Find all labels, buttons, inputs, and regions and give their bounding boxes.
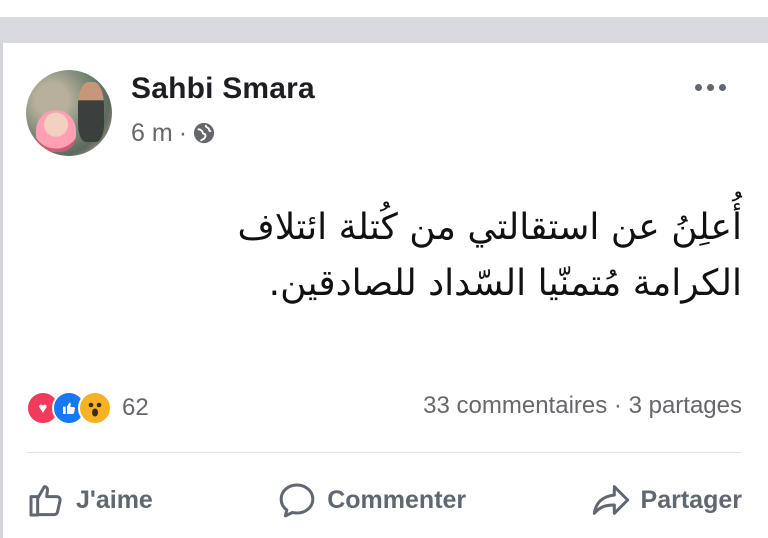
actions-divider (26, 452, 742, 453)
share-label: Partager (640, 485, 742, 514)
reactions-summary[interactable]: ♥ 62 (26, 391, 149, 425)
comment-button[interactable]: Commenter (277, 480, 466, 520)
post-text-line: الكرامة مُتمنّيا السّداد للصادقين. (268, 263, 742, 304)
like-button[interactable]: J'aime (26, 480, 153, 520)
more-dot (718, 83, 726, 91)
more-options-icon[interactable] (690, 79, 730, 95)
header-bar (0, 17, 768, 43)
post-body: أُعلِنُ عن استقالتي من كُتلة ائتلاف الكر… (102, 200, 742, 312)
share-button[interactable]: Partager (591, 480, 742, 520)
author-name[interactable]: Sahbi Smara (131, 72, 315, 106)
stats-separator: · (613, 392, 622, 419)
share-arrow-icon (592, 485, 629, 515)
post-meta: 6 m · (131, 119, 215, 147)
thumbs-up-icon (29, 485, 62, 517)
wow-icon (78, 391, 112, 425)
more-dot (694, 83, 702, 91)
comment-label: Commenter (327, 485, 467, 514)
engagement-stats: 33 commentaires · 3 partages (423, 392, 742, 420)
post-text-line: أُعلِنُ عن استقالتي من كُتلة ائتلاف (237, 207, 742, 248)
post-left-border (0, 43, 3, 538)
post-actions: J'aime Commenter Partager (26, 472, 742, 528)
meta-separator: · (178, 118, 188, 147)
avatar-child-figure (36, 110, 76, 152)
globe-icon[interactable] (193, 122, 215, 144)
shares-count[interactable]: 3 partages (629, 392, 742, 419)
comments-count[interactable]: 33 commentaires (423, 392, 607, 419)
reaction-count: 62 (122, 394, 149, 421)
avatar-man-figure (78, 82, 104, 142)
like-label: J'aime (76, 485, 153, 514)
top-strip (0, 0, 768, 17)
more-dot (706, 83, 714, 91)
post-time[interactable]: 6 m (131, 119, 173, 148)
comment-icon (279, 483, 315, 518)
author-avatar[interactable] (26, 70, 112, 156)
